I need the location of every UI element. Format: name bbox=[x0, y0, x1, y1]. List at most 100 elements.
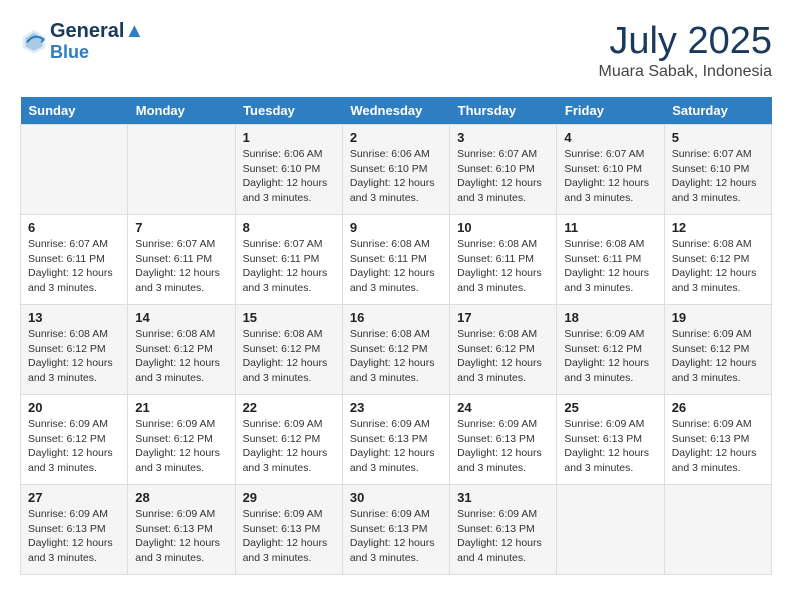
day-info: Sunrise: 6:08 AM Sunset: 6:12 PM Dayligh… bbox=[350, 327, 442, 386]
calendar-cell: 30 Sunrise: 6:09 AM Sunset: 6:13 PM Dayli… bbox=[342, 485, 449, 575]
day-number: 3 bbox=[457, 130, 549, 145]
weekday-header-row: SundayMondayTuesdayWednesdayThursdayFrid… bbox=[21, 97, 772, 125]
day-number: 8 bbox=[243, 220, 335, 235]
day-info: Sunrise: 6:09 AM Sunset: 6:13 PM Dayligh… bbox=[672, 417, 764, 476]
day-number: 10 bbox=[457, 220, 549, 235]
calendar-cell: 18 Sunrise: 6:09 AM Sunset: 6:12 PM Dayli… bbox=[557, 305, 664, 395]
weekday-header-cell: Friday bbox=[557, 97, 664, 125]
weekday-header-cell: Wednesday bbox=[342, 97, 449, 125]
day-info: Sunrise: 6:09 AM Sunset: 6:13 PM Dayligh… bbox=[457, 507, 549, 566]
day-info: Sunrise: 6:07 AM Sunset: 6:11 PM Dayligh… bbox=[135, 237, 227, 296]
calendar-cell: 2 Sunrise: 6:06 AM Sunset: 6:10 PM Daylig… bbox=[342, 125, 449, 215]
day-info: Sunrise: 6:06 AM Sunset: 6:10 PM Dayligh… bbox=[243, 147, 335, 206]
day-info: Sunrise: 6:09 AM Sunset: 6:13 PM Dayligh… bbox=[135, 507, 227, 566]
day-info: Sunrise: 6:08 AM Sunset: 6:12 PM Dayligh… bbox=[28, 327, 120, 386]
calendar-week-row: 27Sunrise: 6:09 AM Sunset: 6:13 PM Dayli… bbox=[21, 485, 772, 575]
day-number: 9 bbox=[350, 220, 442, 235]
day-number: 19 bbox=[672, 310, 764, 325]
calendar-week-row: 13 Sunrise: 6:08 AM Sunset: 6:12 PM Dayli… bbox=[21, 305, 772, 395]
day-number: 23 bbox=[350, 400, 442, 415]
calendar-cell: 19 Sunrise: 6:09 AM Sunset: 6:12 PM Dayli… bbox=[664, 305, 771, 395]
calendar-cell: 8 Sunrise: 6:07 AM Sunset: 6:11 PM Daylig… bbox=[235, 215, 342, 305]
day-number: 30 bbox=[350, 490, 442, 505]
calendar-cell: 24 Sunrise: 6:09 AM Sunset: 6:13 PM Dayli… bbox=[450, 395, 557, 485]
day-info: Sunrise: 6:09 AM Sunset: 6:12 PM Dayligh… bbox=[135, 417, 227, 476]
day-number: 16 bbox=[350, 310, 442, 325]
calendar-cell: 1 Sunrise: 6:06 AM Sunset: 6:10 PM Daylig… bbox=[235, 125, 342, 215]
day-number: 11 bbox=[564, 220, 656, 235]
day-number: 1 bbox=[243, 130, 335, 145]
day-info: Sunrise: 6:08 AM Sunset: 6:12 PM Dayligh… bbox=[135, 327, 227, 386]
weekday-header-cell: Tuesday bbox=[235, 97, 342, 125]
day-number: 4 bbox=[564, 130, 656, 145]
calendar-cell bbox=[21, 125, 128, 215]
day-number: 14 bbox=[135, 310, 227, 325]
day-info: Sunrise: 6:09 AM Sunset: 6:13 PM Dayligh… bbox=[564, 417, 656, 476]
day-number: 21 bbox=[135, 400, 227, 415]
day-number: 28 bbox=[135, 490, 227, 505]
day-info: Sunrise: 6:08 AM Sunset: 6:12 PM Dayligh… bbox=[243, 327, 335, 386]
day-number: 6 bbox=[28, 220, 120, 235]
calendar-cell: 11 Sunrise: 6:08 AM Sunset: 6:11 PM Dayli… bbox=[557, 215, 664, 305]
logo-icon bbox=[20, 27, 48, 55]
day-number: 15 bbox=[243, 310, 335, 325]
calendar-cell: 26Sunrise: 6:09 AM Sunset: 6:13 PM Dayli… bbox=[664, 395, 771, 485]
day-info: Sunrise: 6:09 AM Sunset: 6:12 PM Dayligh… bbox=[28, 417, 120, 476]
calendar-cell: 15 Sunrise: 6:08 AM Sunset: 6:12 PM Dayli… bbox=[235, 305, 342, 395]
calendar-cell: 4 Sunrise: 6:07 AM Sunset: 6:10 PM Daylig… bbox=[557, 125, 664, 215]
calendar-week-row: 20Sunrise: 6:09 AM Sunset: 6:12 PM Dayli… bbox=[21, 395, 772, 485]
calendar-cell bbox=[557, 485, 664, 575]
calendar-week-row: 6 Sunrise: 6:07 AM Sunset: 6:11 PM Daylig… bbox=[21, 215, 772, 305]
day-number: 18 bbox=[564, 310, 656, 325]
calendar-cell: 29 Sunrise: 6:09 AM Sunset: 6:13 PM Dayli… bbox=[235, 485, 342, 575]
calendar-cell: 28 Sunrise: 6:09 AM Sunset: 6:13 PM Dayli… bbox=[128, 485, 235, 575]
day-info: Sunrise: 6:07 AM Sunset: 6:10 PM Dayligh… bbox=[672, 147, 764, 206]
day-number: 31 bbox=[457, 490, 549, 505]
calendar-week-row: 1 Sunrise: 6:06 AM Sunset: 6:10 PM Daylig… bbox=[21, 125, 772, 215]
day-info: Sunrise: 6:08 AM Sunset: 6:12 PM Dayligh… bbox=[457, 327, 549, 386]
logo: General▲ Blue bbox=[20, 20, 144, 63]
day-info: Sunrise: 6:07 AM Sunset: 6:10 PM Dayligh… bbox=[457, 147, 549, 206]
logo-text: General▲ Blue bbox=[50, 20, 144, 63]
weekday-header-cell: Sunday bbox=[21, 97, 128, 125]
day-info: Sunrise: 6:06 AM Sunset: 6:10 PM Dayligh… bbox=[350, 147, 442, 206]
day-info: Sunrise: 6:08 AM Sunset: 6:11 PM Dayligh… bbox=[564, 237, 656, 296]
day-number: 13 bbox=[28, 310, 120, 325]
day-info: Sunrise: 6:07 AM Sunset: 6:10 PM Dayligh… bbox=[564, 147, 656, 206]
day-info: Sunrise: 6:09 AM Sunset: 6:12 PM Dayligh… bbox=[564, 327, 656, 386]
calendar-cell: 21 Sunrise: 6:09 AM Sunset: 6:12 PM Dayli… bbox=[128, 395, 235, 485]
day-info: Sunrise: 6:08 AM Sunset: 6:12 PM Dayligh… bbox=[672, 237, 764, 296]
calendar-cell: 6Sunrise: 6:07 AM Sunset: 6:11 PM Daylig… bbox=[21, 215, 128, 305]
day-info: Sunrise: 6:09 AM Sunset: 6:13 PM Dayligh… bbox=[28, 507, 120, 566]
calendar-cell: 14 Sunrise: 6:08 AM Sunset: 6:12 PM Dayli… bbox=[128, 305, 235, 395]
calendar-cell: 9Sunrise: 6:08 AM Sunset: 6:11 PM Daylig… bbox=[342, 215, 449, 305]
day-number: 12 bbox=[672, 220, 764, 235]
calendar-table: SundayMondayTuesdayWednesdayThursdayFrid… bbox=[20, 97, 772, 575]
weekday-header-cell: Thursday bbox=[450, 97, 557, 125]
day-info: Sunrise: 6:09 AM Sunset: 6:12 PM Dayligh… bbox=[672, 327, 764, 386]
calendar-cell: 5Sunrise: 6:07 AM Sunset: 6:10 PM Daylig… bbox=[664, 125, 771, 215]
day-number: 29 bbox=[243, 490, 335, 505]
calendar-cell: 23Sunrise: 6:09 AM Sunset: 6:13 PM Dayli… bbox=[342, 395, 449, 485]
weekday-header-cell: Monday bbox=[128, 97, 235, 125]
day-info: Sunrise: 6:07 AM Sunset: 6:11 PM Dayligh… bbox=[243, 237, 335, 296]
day-info: Sunrise: 6:09 AM Sunset: 6:12 PM Dayligh… bbox=[243, 417, 335, 476]
calendar-cell bbox=[664, 485, 771, 575]
calendar-cell: 27Sunrise: 6:09 AM Sunset: 6:13 PM Dayli… bbox=[21, 485, 128, 575]
day-info: Sunrise: 6:09 AM Sunset: 6:13 PM Dayligh… bbox=[457, 417, 549, 476]
calendar-cell: 20Sunrise: 6:09 AM Sunset: 6:12 PM Dayli… bbox=[21, 395, 128, 485]
day-number: 24 bbox=[457, 400, 549, 415]
calendar-cell: 13 Sunrise: 6:08 AM Sunset: 6:12 PM Dayli… bbox=[21, 305, 128, 395]
day-number: 2 bbox=[350, 130, 442, 145]
weekday-header-cell: Saturday bbox=[664, 97, 771, 125]
calendar-cell: 25 Sunrise: 6:09 AM Sunset: 6:13 PM Dayli… bbox=[557, 395, 664, 485]
calendar-cell bbox=[128, 125, 235, 215]
calendar-body: 1 Sunrise: 6:06 AM Sunset: 6:10 PM Daylig… bbox=[21, 125, 772, 575]
day-info: Sunrise: 6:09 AM Sunset: 6:13 PM Dayligh… bbox=[243, 507, 335, 566]
calendar-cell: 10 Sunrise: 6:08 AM Sunset: 6:11 PM Dayli… bbox=[450, 215, 557, 305]
day-number: 25 bbox=[564, 400, 656, 415]
day-info: Sunrise: 6:09 AM Sunset: 6:13 PM Dayligh… bbox=[350, 507, 442, 566]
location-subtitle: Muara Sabak, Indonesia bbox=[599, 63, 772, 81]
day-number: 7 bbox=[135, 220, 227, 235]
day-info: Sunrise: 6:08 AM Sunset: 6:11 PM Dayligh… bbox=[457, 237, 549, 296]
